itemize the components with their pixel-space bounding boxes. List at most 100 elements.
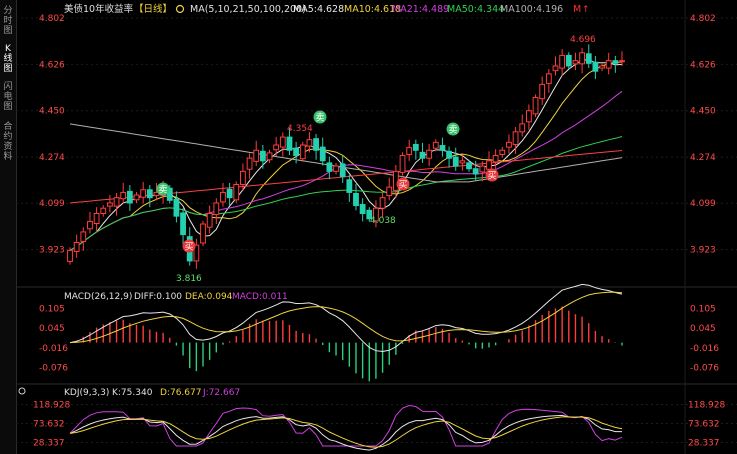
candle-body	[126, 190, 133, 204]
ma-legend-item: MA5:4.628	[293, 4, 344, 15]
sell-signal-icon-text: 卖	[449, 125, 458, 136]
buy-signal-icon-text: 买	[488, 171, 497, 182]
sell-signal-icon-text: 卖	[159, 185, 168, 196]
candle-body	[273, 144, 280, 151]
candle-body	[306, 139, 313, 147]
candle-body	[612, 60, 619, 64]
macd-title: MACD(26,12,9)	[64, 292, 132, 302]
macd-tick-left: 0.105	[39, 304, 65, 314]
candle-body	[113, 197, 120, 207]
candle-body	[173, 198, 180, 217]
candle-body	[452, 156, 459, 167]
ma5-line	[69, 59, 623, 251]
candle-body	[432, 141, 439, 149]
high-price-label-right: 4.696	[570, 35, 596, 45]
candle-body	[412, 143, 419, 151]
candle-body	[140, 189, 147, 198]
candle-body	[253, 149, 260, 162]
instrument-title: 美债10年收益率	[64, 3, 134, 15]
candle-body	[259, 150, 266, 162]
ma-legend-item: MA50:4.344	[447, 4, 504, 15]
candle-body	[619, 60, 625, 63]
candle-body	[605, 60, 612, 69]
candle-body	[293, 147, 300, 157]
buy-signal-icon-text: 买	[399, 180, 408, 191]
candle-body	[466, 162, 472, 170]
candle-body	[532, 97, 539, 115]
candle-body	[120, 191, 127, 200]
candle-body	[246, 157, 253, 170]
candle-body	[93, 212, 100, 225]
price-tick-left: 4.274	[39, 153, 65, 163]
kdj-tick-right: 28.337	[688, 439, 720, 449]
macd-tick-left: -0.016	[39, 344, 68, 354]
candle-body	[525, 110, 532, 123]
macd-tick-right: -0.016	[690, 344, 719, 354]
candle-body	[206, 212, 213, 228]
kdj-d: D:76.677	[160, 388, 201, 398]
ma10-line	[69, 61, 623, 251]
macd-tick-right: 0.105	[690, 304, 716, 314]
price-tick-left: 4.450	[39, 107, 65, 117]
candle-body	[426, 149, 433, 159]
candle-body	[73, 241, 80, 252]
ma-params: MA(5,10,21,50,100,200)	[190, 4, 306, 15]
arrow-up-icon: ↑	[582, 5, 590, 15]
candle-body	[279, 136, 286, 148]
ma-legend-item: MA21:4.489	[392, 4, 449, 15]
macd-tick-left: 0.045	[39, 324, 65, 334]
candle-body	[565, 54, 572, 67]
candle-body	[552, 65, 559, 72]
kdj-tick-left: 73.632	[33, 420, 65, 430]
candle-body	[446, 150, 452, 159]
candle-body	[406, 147, 413, 155]
ma-legend-item: MA100:4.196	[500, 4, 563, 15]
candle-body	[379, 197, 386, 209]
candle-body	[539, 83, 546, 100]
price-tick-right: 4.450	[690, 107, 716, 117]
kdj-tick-right: 118.928	[688, 401, 725, 411]
m-label[interactable]: M	[573, 4, 581, 15]
kdj-settings-icon[interactable]	[18, 387, 26, 395]
candle-body	[399, 155, 406, 173]
candle-body	[339, 163, 346, 178]
candle-body	[180, 212, 186, 236]
macd-diff: DIFF:0.100	[134, 292, 182, 302]
macd-tick-right: -0.076	[690, 363, 719, 373]
kdj-title: KDJ(9,3,3)	[64, 388, 109, 398]
candle-body	[419, 151, 426, 159]
candle-body	[545, 73, 552, 84]
candle-body	[512, 131, 519, 145]
candle-body	[499, 149, 506, 155]
period-label[interactable]: 【日线】	[134, 3, 172, 15]
high-price-label: 4.354	[287, 124, 313, 134]
price-tick-left: 3.923	[39, 246, 65, 256]
candle-body	[386, 186, 393, 197]
candle-body	[146, 189, 153, 199]
candle-body	[80, 231, 87, 242]
settings-gear-icon[interactable]	[175, 4, 185, 14]
candle-body	[100, 207, 107, 214]
kdj-j: J:72.667	[202, 388, 240, 398]
chart-canvas: 4.802 4.802 4.626 4.626 4.450 4.450 4.274 4.274…	[16, 0, 737, 454]
price-tick-right: 4.099	[690, 199, 716, 209]
price-tick-left: 4.802	[39, 14, 65, 24]
candle-body	[579, 52, 585, 65]
price-tick-left: 4.626	[39, 60, 65, 70]
candle-body	[519, 123, 526, 133]
ma50-line	[69, 136, 623, 251]
ma100-line	[69, 123, 623, 183]
price-tick-left: 4.099	[39, 199, 65, 209]
candle-body	[226, 188, 233, 199]
candle-body	[439, 145, 446, 151]
candle-body	[572, 60, 579, 65]
kdj-tick-left: 118.928	[33, 401, 70, 411]
candle-body	[333, 165, 339, 172]
candle-body	[266, 152, 273, 161]
macd-tick-left: -0.076	[39, 363, 68, 373]
candle-body	[213, 202, 220, 216]
candle-body	[319, 146, 326, 162]
macd-tick-right: 0.045	[690, 324, 716, 334]
candle-body	[233, 184, 240, 201]
candle-body	[559, 54, 566, 69]
